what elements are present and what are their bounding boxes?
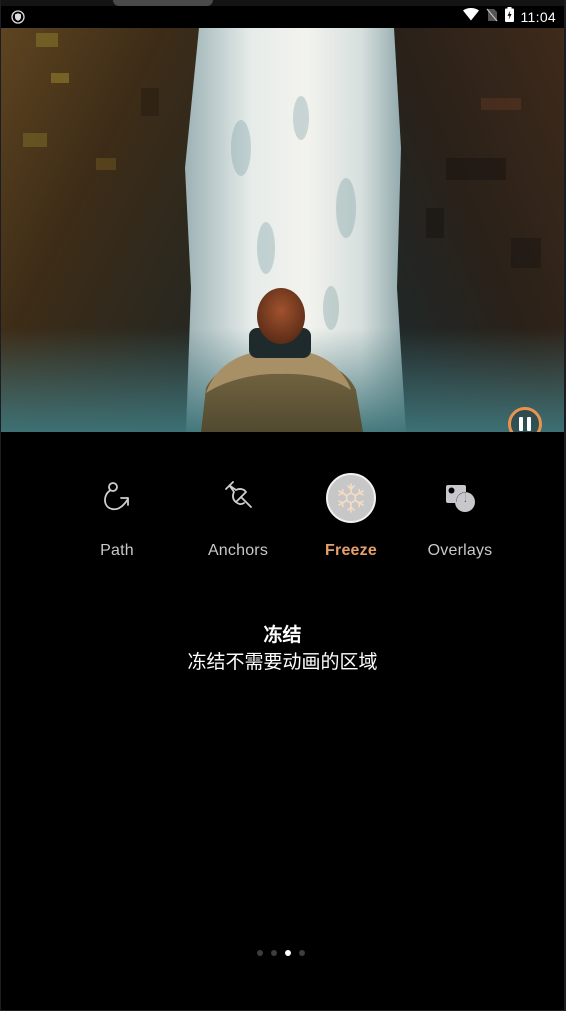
snowflake-icon: [338, 483, 364, 513]
page-dot-1[interactable]: [257, 950, 263, 956]
waterfall-image: [1, 28, 564, 432]
tool-freeze-label: Freeze: [325, 542, 377, 559]
page-dot-4[interactable]: [299, 950, 305, 956]
wifi-icon: [462, 8, 479, 26]
tool-overlays[interactable]: Overlays: [405, 472, 515, 560]
battery-charging-icon: [504, 7, 514, 27]
page-indicator: [257, 950, 305, 956]
tool-selector: Path Anchors Freeze Overlays: [1, 472, 564, 572]
tool-anchors[interactable]: Anchors: [183, 472, 293, 560]
shield-notification-icon: [11, 10, 25, 24]
freeze-button-circle: [326, 473, 376, 523]
feature-title: 冻结: [263, 625, 302, 646]
tool-freeze[interactable]: Freeze: [296, 472, 406, 560]
tool-overlays-label: Overlays: [427, 542, 493, 559]
page-dot-3-active[interactable]: [285, 950, 291, 956]
feature-subtitle: 冻结不需要动画的区域: [187, 652, 378, 673]
pushpin-icon: [212, 472, 264, 524]
tool-path[interactable]: Path: [62, 472, 172, 560]
pause-icon-bar-left: [519, 417, 523, 431]
overlays-icon: [434, 472, 486, 524]
pause-icon-bar-right: [527, 417, 531, 431]
tool-anchors-label: Anchors: [207, 542, 269, 559]
app-screen: 11:04 Path Anchors Freeze Overlays 冻结 冻结…: [1, 0, 564, 1010]
path-icon: [91, 472, 143, 524]
tool-path-label: Path: [100, 542, 134, 559]
feature-description: 冻结 冻结不需要动画的区域: [1, 623, 564, 677]
status-time: 11:04: [520, 9, 556, 25]
no-sim-signal-icon: [486, 8, 498, 27]
status-bar: 11:04: [1, 6, 564, 28]
video-preview[interactable]: [1, 28, 564, 432]
page-dot-2[interactable]: [271, 950, 277, 956]
